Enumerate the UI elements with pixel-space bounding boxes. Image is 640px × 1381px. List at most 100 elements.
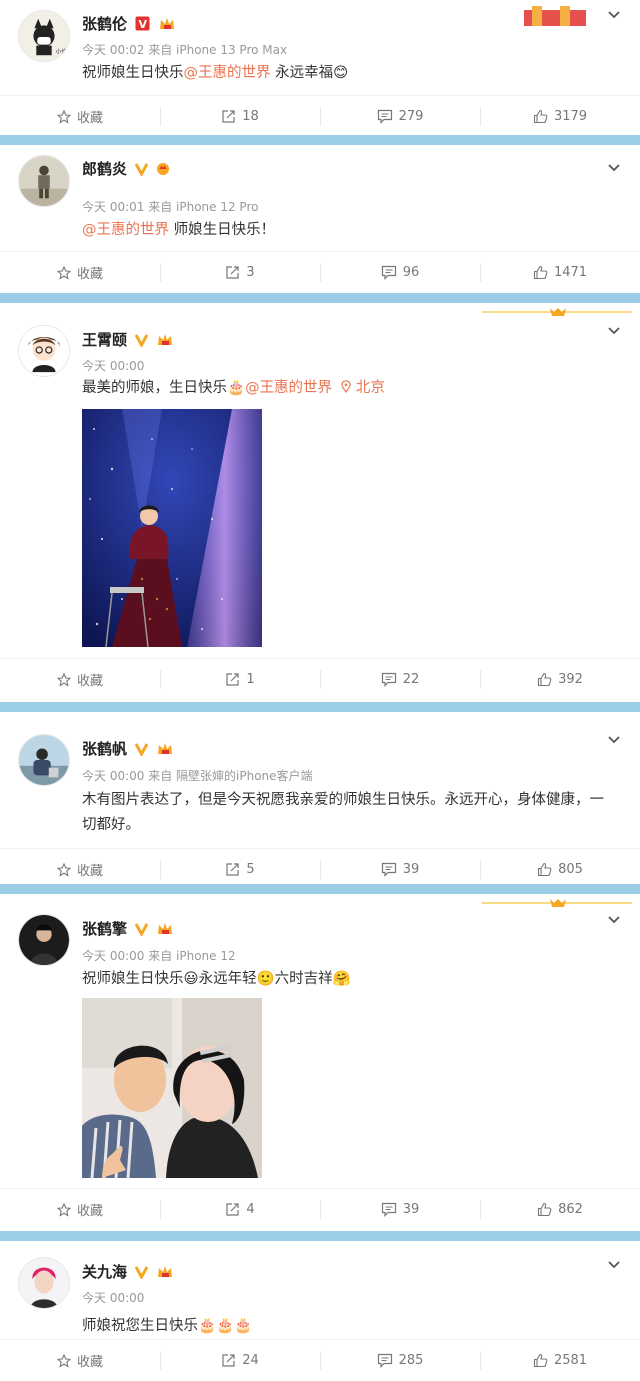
svg-text:V: V xyxy=(139,18,148,31)
like-button[interactable]: 862 xyxy=(480,1189,640,1230)
vip-crown-icon xyxy=(158,16,176,35)
post-text: @王惠的世界 师娘生日快乐！ xyxy=(82,222,276,238)
post-meta: 今天 00:02 来自 iPhone 13 Pro Max xyxy=(82,43,288,57)
chevron-down-icon[interactable] xyxy=(606,1257,622,1273)
star-icon xyxy=(56,672,71,687)
post-text: 师娘祝您生日快乐🎂🎂🎂 xyxy=(82,1318,253,1334)
like-button[interactable]: 3179 xyxy=(480,96,640,137)
weibo-feed: 小伦 张鹤伦 V 今天 00:02 来自 iPhone 13 Pro Max 祝… xyxy=(0,0,640,1381)
post-meta: 今天 00:00 xyxy=(82,1291,145,1305)
action-bar: 收藏 1 22 392 xyxy=(0,658,640,700)
vip-crown-icon xyxy=(156,1264,174,1283)
comment-icon xyxy=(381,862,396,877)
repost-button[interactable]: 18 xyxy=(160,96,320,137)
action-bar: 收藏 3 96 1471 xyxy=(0,251,640,293)
gold-line-decoration-icon xyxy=(482,308,632,316)
post-meta: 今天 00:00 来自 iPhone 12 xyxy=(82,949,236,963)
location-tag[interactable]: 北京 xyxy=(332,380,385,396)
vip-crown-icon xyxy=(156,741,174,760)
chevron-down-icon[interactable] xyxy=(606,912,622,928)
verified-v-badge-icon xyxy=(134,921,149,940)
location-pin-icon xyxy=(341,380,351,393)
author-name[interactable]: 关九海 xyxy=(82,1261,174,1283)
like-button[interactable]: 392 xyxy=(480,659,640,700)
avatar[interactable] xyxy=(18,325,70,377)
post-card: 关九海 今天 00:00 师娘祝您生日快乐🎂🎂🎂 收藏 24 285 2581 xyxy=(0,1241,640,1381)
post-text: 祝师娘生日快乐@王惠的世界 永远幸福😊 xyxy=(82,65,349,81)
author-name[interactable]: 郎鹤炎 xyxy=(82,158,170,180)
verified-v-badge-icon xyxy=(134,1264,149,1283)
comment-button[interactable]: 96 xyxy=(320,252,480,293)
post-meta: 今天 00:00 来自 隔壁张婶的iPhone客户端 xyxy=(82,769,313,783)
avatar[interactable] xyxy=(18,155,70,207)
favorite-button[interactable]: 收藏 xyxy=(0,849,160,890)
action-bar: 收藏 18 279 3179 xyxy=(0,95,640,137)
avatar[interactable] xyxy=(18,734,70,786)
repost-icon xyxy=(226,1203,239,1216)
repost-button[interactable]: 1 xyxy=(160,659,320,700)
post-text: 祝师娘生日快乐😃永远年轻🙂六时吉祥🤗 xyxy=(82,971,351,987)
comment-button[interactable]: 279 xyxy=(320,96,480,137)
star-icon xyxy=(56,265,71,280)
post-separator xyxy=(0,1231,640,1241)
thumbs-up-icon xyxy=(538,1202,552,1217)
thumbs-up-icon xyxy=(533,265,548,280)
repost-button[interactable]: 4 xyxy=(160,1189,320,1230)
thumbs-up-icon xyxy=(538,862,552,877)
author-name[interactable]: 王霄颐 xyxy=(82,329,174,351)
chevron-down-icon[interactable] xyxy=(606,323,622,339)
like-button[interactable]: 805 xyxy=(480,849,640,890)
vip-crown-icon xyxy=(156,161,170,180)
mention-link[interactable]: @王惠的世界 xyxy=(245,380,332,396)
like-button[interactable]: 1471 xyxy=(480,252,640,293)
favorite-button[interactable]: 收藏 xyxy=(0,1189,160,1230)
post-card: 张鹤擎 今天 00:00 来自 iPhone 12 祝师娘生日快乐😃永远年轻🙂六… xyxy=(0,894,640,1231)
post-meta: 今天 00:01 来自 iPhone 12 Pro xyxy=(82,200,259,214)
mention-link[interactable]: @王惠的世界 xyxy=(82,222,169,238)
gold-line-decoration-icon xyxy=(482,899,632,907)
avatar[interactable] xyxy=(18,1257,70,1309)
author-name[interactable]: 张鹤擎 xyxy=(82,918,174,940)
chevron-down-icon[interactable] xyxy=(606,7,622,23)
comment-button[interactable]: 39 xyxy=(320,1189,480,1230)
favorite-button[interactable]: 收藏 xyxy=(0,96,160,137)
repost-button[interactable]: 5 xyxy=(160,849,320,890)
avatar[interactable]: 小伦 xyxy=(18,10,70,62)
chevron-down-icon[interactable] xyxy=(606,160,622,176)
mention-link[interactable]: @王惠的世界 xyxy=(184,65,271,81)
verified-v-badge-icon xyxy=(134,161,149,180)
star-icon xyxy=(56,862,71,877)
repost-button[interactable]: 3 xyxy=(160,252,320,293)
post-photo[interactable] xyxy=(82,409,262,647)
post-card: 张鹤帆 今天 00:00 来自 隔壁张婶的iPhone客户端 木有图片表达了，但… xyxy=(0,712,640,884)
avatar[interactable] xyxy=(18,914,70,966)
repost-button[interactable]: 24 xyxy=(160,1340,320,1381)
comment-icon xyxy=(381,265,396,280)
chevron-down-icon[interactable] xyxy=(606,732,622,748)
repost-icon xyxy=(222,110,235,123)
comment-button[interactable]: 39 xyxy=(320,849,480,890)
favorite-button[interactable]: 收藏 xyxy=(0,1340,160,1381)
post-card: 小伦 张鹤伦 V 今天 00:02 来自 iPhone 13 Pro Max 祝… xyxy=(0,0,640,135)
repost-icon xyxy=(226,673,239,686)
star-icon xyxy=(56,109,71,124)
author-name[interactable]: 张鹤帆 xyxy=(82,738,174,760)
repost-icon xyxy=(226,266,239,279)
post-photo[interactable] xyxy=(82,998,262,1178)
thumbs-up-icon xyxy=(538,672,552,687)
decoration-banner-icon xyxy=(524,6,586,26)
comment-button[interactable]: 22 xyxy=(320,659,480,700)
post-meta: 今天 00:00 xyxy=(82,359,145,373)
action-bar: 收藏 4 39 862 xyxy=(0,1188,640,1230)
post-card: 王霄颐 今天 00:00 最美的师娘，生日快乐🎂@王惠的世界 北京 收藏 1 2… xyxy=(0,303,640,702)
author-name[interactable]: 张鹤伦 V xyxy=(82,13,176,35)
comment-icon xyxy=(377,1353,392,1368)
thumbs-up-icon xyxy=(533,109,548,124)
like-button[interactable]: 2581 xyxy=(480,1340,640,1381)
comment-button[interactable]: 285 xyxy=(320,1340,480,1381)
post-card: 郎鹤炎 今天 00:01 来自 iPhone 12 Pro @王惠的世界 师娘生… xyxy=(0,145,640,293)
favorite-button[interactable]: 收藏 xyxy=(0,659,160,700)
post-separator xyxy=(0,702,640,712)
star-icon xyxy=(56,1353,71,1368)
favorite-button[interactable]: 收藏 xyxy=(0,252,160,293)
